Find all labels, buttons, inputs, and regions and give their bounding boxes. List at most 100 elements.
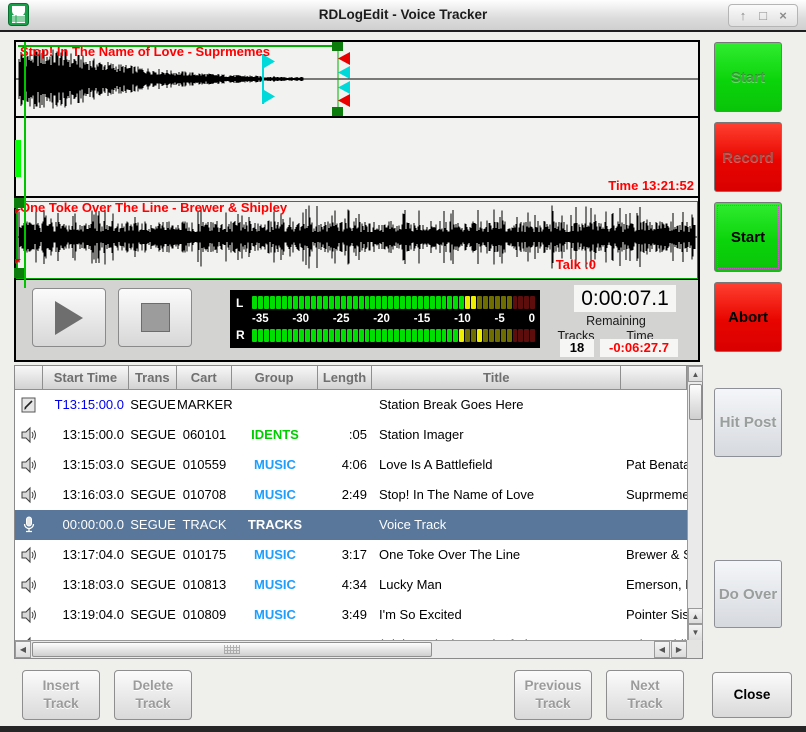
cell-start-time: 00:00:00.0 [43, 510, 129, 540]
meter-segment [341, 329, 346, 342]
meter-segment [347, 296, 352, 309]
column-header-icon[interactable] [15, 366, 43, 390]
column-header-start-time[interactable]: Start Time [43, 366, 129, 390]
cell-artist [622, 420, 687, 450]
insert-track-button: Insert Track [22, 670, 100, 720]
meter-segment [442, 296, 447, 309]
log-row[interactable]: 13:15:00.0SEGUE060101IDENTS:05Station Im… [15, 420, 687, 450]
cell-group: MUSIC [232, 540, 318, 570]
meter-segment [507, 329, 512, 342]
column-header-group[interactable]: Group [232, 366, 318, 390]
thumb-grip [224, 645, 240, 654]
log-row[interactable]: 13:18:03.0SEGUE010813MUSIC4:34Lucky ManE… [15, 570, 687, 600]
cell-title: Station Break Goes Here [373, 390, 622, 420]
meter-segment [370, 296, 375, 309]
scroll-right-button[interactable]: ▶ [671, 641, 687, 658]
scroll-up-button-2[interactable]: ▲ [688, 608, 703, 624]
column-header-cart[interactable]: Cart [177, 366, 232, 390]
shade-button[interactable]: ↑ [733, 8, 753, 23]
meter-segment [400, 296, 405, 309]
cell-group: MUSIC [232, 600, 318, 630]
cell-title: Stop! In The Name of Love [373, 480, 622, 510]
meter-segment [483, 329, 488, 342]
cell-start-time: T13:15:00.0 [43, 390, 129, 420]
meter-segment [418, 296, 423, 309]
time-readout: Time 13:21:52 [566, 178, 694, 193]
scroll-left-button-2[interactable]: ◀ [654, 641, 670, 658]
meter-scale-label: 0 [529, 313, 535, 325]
play-button[interactable] [32, 288, 106, 347]
column-header-artist[interactable] [621, 366, 687, 390]
scroll-up-button[interactable]: ▲ [688, 366, 703, 382]
meter-segment [376, 296, 381, 309]
horizontal-scrollbar[interactable]: ◀ ◀ ▶ [15, 640, 687, 658]
meter-segment [436, 296, 441, 309]
meter-segment [353, 329, 358, 342]
log-table-header: Start TimeTransCartGroupLengthTitle [15, 366, 687, 390]
titlebar[interactable]: RDLogEdit - Voice Tracker ↑□× [0, 0, 806, 32]
waveform-pane-voice-track[interactable]: Time 13:21:52 [14, 118, 700, 198]
log-row[interactable]: 13:19:04.0SEGUE010809MUSIC3:49I'm So Exc… [15, 600, 687, 630]
stop-button[interactable] [118, 288, 192, 347]
meter-segment [329, 296, 334, 309]
stop-icon [141, 303, 170, 332]
column-header-title[interactable]: Title [372, 366, 621, 390]
meter-segment [453, 329, 458, 342]
meter-segment [524, 296, 529, 309]
vertical-scroll-thumb[interactable] [689, 384, 702, 420]
abort-button[interactable]: Abort [714, 282, 782, 352]
column-header-length[interactable]: Length [318, 366, 373, 390]
meter-segment [507, 296, 512, 309]
cell-artist: Pat Benatar [622, 450, 687, 480]
meter-scale-label: -5 [495, 313, 505, 325]
deck1-cart-title: Stop! In The Name of Love - Suprmemes [20, 44, 270, 59]
cell-icon [15, 480, 43, 510]
log-row[interactable]: 13:15:03.0SEGUE010559MUSIC4:06Love Is A … [15, 450, 687, 480]
scroll-left-button[interactable]: ◀ [15, 641, 31, 658]
track-end-handle[interactable] [14, 268, 24, 278]
start-2-button[interactable]: Start [714, 202, 782, 272]
vertical-scrollbar[interactable]: ▲ ▲ ▼ [687, 366, 702, 642]
close-button[interactable]: × [773, 8, 793, 23]
maximize-button[interactable]: □ [753, 8, 773, 23]
cell-trans: SEGUE [129, 600, 177, 630]
record-position-bar [15, 140, 21, 177]
meter-segment [424, 296, 429, 309]
meter-segment [436, 329, 441, 342]
log-row[interactable]: 13:16:03.0SEGUE010708MUSIC2:49Stop! In T… [15, 480, 687, 510]
meter-segment [282, 296, 287, 309]
cell-start-time: 13:17:04.0 [43, 540, 129, 570]
meter-scale-label: -10 [454, 313, 471, 325]
meter-scale-label: -20 [373, 313, 390, 325]
horizontal-scroll-thumb[interactable] [32, 642, 432, 657]
close-button[interactable]: Close [712, 672, 792, 718]
track-start-handle[interactable] [14, 198, 24, 208]
cell-artist [622, 510, 687, 540]
waveform-pane-previous-cart[interactable]: Stop! In The Name of Love - Suprmemes [14, 40, 700, 118]
meter-segment [335, 296, 340, 309]
cell-length [318, 510, 373, 540]
meter-segment [311, 296, 316, 309]
cell-trans: SEGUE [129, 420, 177, 450]
audio-level-meter: L -35-30-25-20-15-10-50 R [230, 290, 540, 348]
cell-cart: TRACK [177, 510, 232, 540]
meter-segment [465, 296, 470, 309]
cell-group: MUSIC [232, 570, 318, 600]
meter-segment [288, 329, 293, 342]
fade-marker-icon [15, 209, 21, 214]
log-row[interactable]: 00:00:00.0SEGUETRACKTRACKSVoice Track [15, 510, 687, 540]
meter-segment [370, 329, 375, 342]
meter-segment [293, 296, 298, 309]
log-row[interactable]: T13:15:00.0SEGUEMARKERStation Break Goes… [15, 390, 687, 420]
cell-group [232, 390, 318, 420]
meter-segment [264, 329, 269, 342]
log-row[interactable]: 13:17:04.0SEGUE010175MUSIC3:17One Toke O… [15, 540, 687, 570]
cell-icon [15, 390, 43, 420]
cell-artist: Emerson, L [622, 570, 687, 600]
cell-icon [15, 420, 43, 450]
previous-track-button: Previous Track [514, 670, 592, 720]
scroll-down-button[interactable]: ▼ [688, 624, 703, 641]
column-header-trans[interactable]: Trans [129, 366, 177, 390]
note-icon [21, 397, 37, 414]
meter-segment [400, 329, 405, 342]
